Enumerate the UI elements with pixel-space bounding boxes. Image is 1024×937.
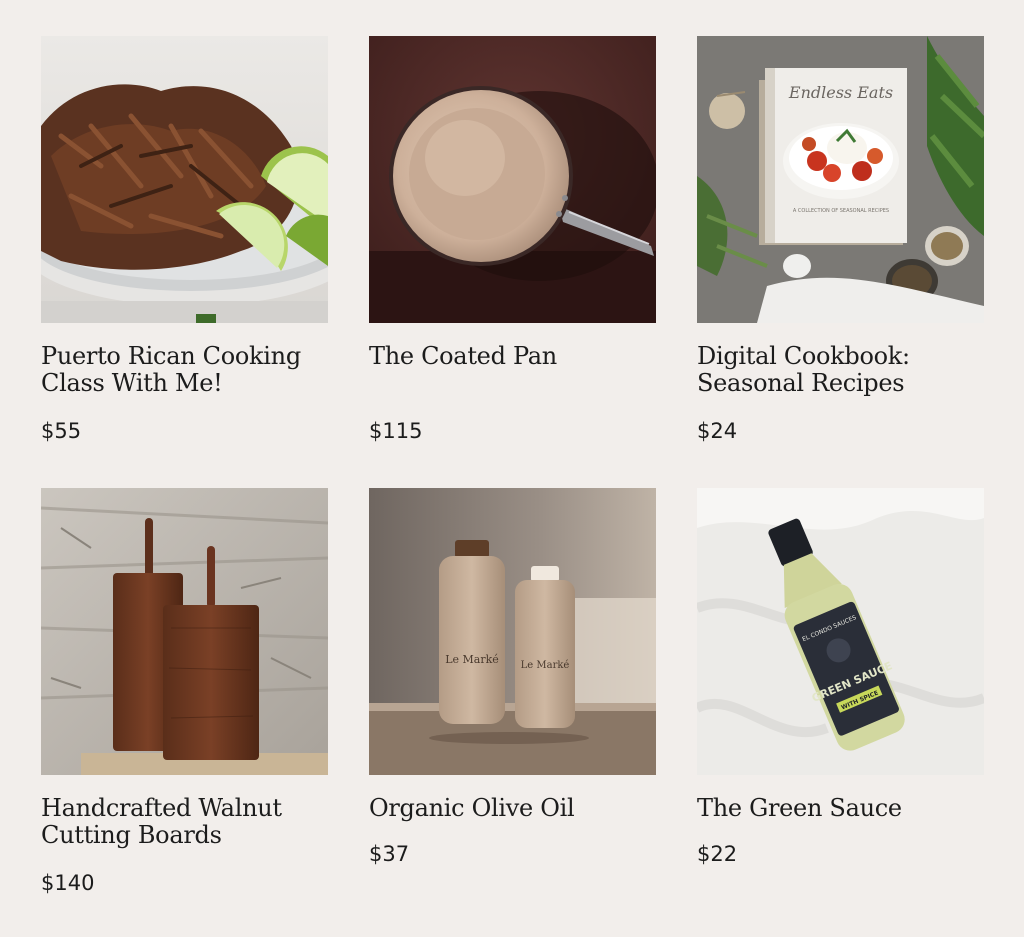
- product-title[interactable]: The Green Sauce: [697, 795, 984, 822]
- product-card-green-sauce[interactable]: EL CONDO SAUCES GREEN SAUCE WITH SPICE T…: [697, 488, 984, 895]
- coated-pan-image[interactable]: [369, 36, 656, 323]
- product-card-cooking-class[interactable]: Puerto Rican Cooking Class With Me! $55: [41, 36, 328, 488]
- product-price: $140: [41, 871, 95, 895]
- product-price: $37: [369, 842, 410, 866]
- product-card-coated-pan[interactable]: The Coated Pan $115: [369, 36, 656, 488]
- product-title[interactable]: Handcrafted Walnut Cutting Boards: [41, 795, 328, 849]
- product-title[interactable]: The Coated Pan: [369, 343, 656, 370]
- product-price: $115: [369, 419, 423, 443]
- green-sauce-bottle-image[interactable]: EL CONDO SAUCES GREEN SAUCE WITH SPICE: [697, 488, 984, 775]
- product-price: $24: [697, 419, 738, 443]
- product-grid: Puerto Rican Cooking Class With Me! $55: [41, 36, 984, 895]
- cookbook-cover-title: Endless Eats: [788, 83, 893, 102]
- cookbook-cover-subtitle: A COLLECTION OF SEASONAL RECIPES: [793, 208, 889, 214]
- cookbook-image[interactable]: Endless Eats A COLLECTION OF SEASONAL RE…: [697, 36, 984, 323]
- product-card-digital-cookbook[interactable]: Endless Eats A COLLECTION OF SEASONAL RE…: [697, 36, 984, 488]
- product-title[interactable]: Organic Olive Oil: [369, 795, 656, 822]
- cutting-boards-image[interactable]: [41, 488, 328, 775]
- product-card-olive-oil[interactable]: Le Marké Le Marké Organic Olive Oil $37: [369, 488, 656, 895]
- product-price: $55: [41, 419, 82, 443]
- product-card-walnut-boards[interactable]: Handcrafted Walnut Cutting Boards $140: [41, 488, 328, 895]
- bottle-label: Le Marké: [521, 660, 570, 671]
- olive-oil-bottles-image[interactable]: Le Marké Le Marké: [369, 488, 656, 775]
- shredded-pork-plate-image[interactable]: [41, 36, 328, 323]
- product-title[interactable]: Digital Cookbook: Seasonal Recipes: [697, 343, 984, 397]
- product-title[interactable]: Puerto Rican Cooking Class With Me!: [41, 343, 328, 397]
- product-price: $22: [697, 842, 738, 866]
- bottle-label: Le Marké: [445, 653, 499, 666]
